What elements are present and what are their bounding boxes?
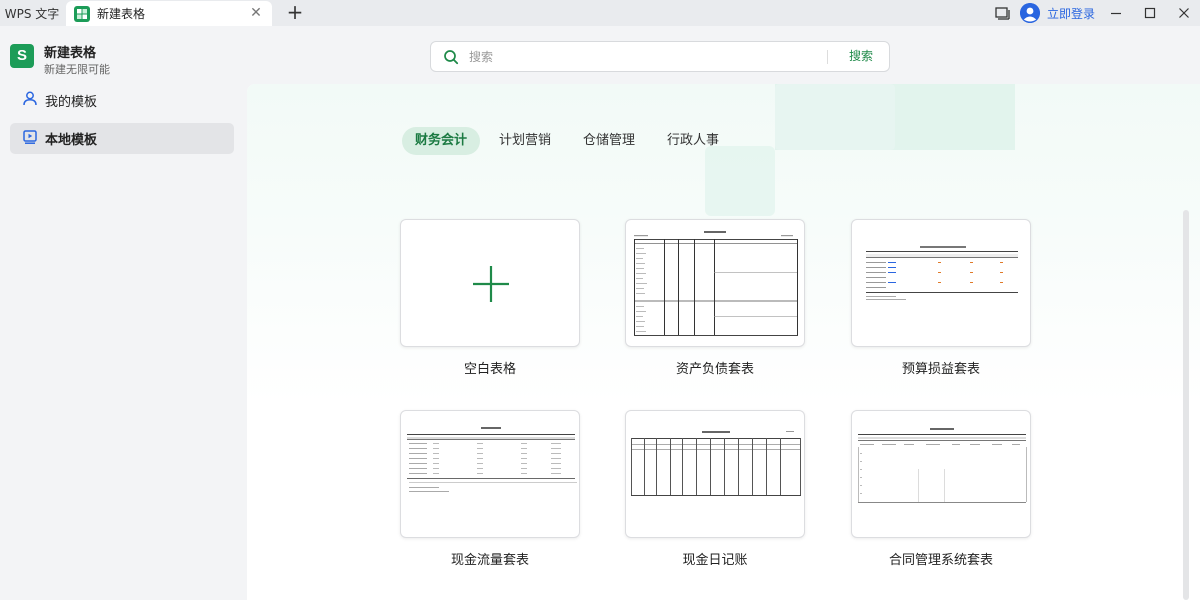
login-label: 立即登录 — [1047, 6, 1096, 21]
decor-block — [705, 146, 775, 216]
close-window-icon[interactable] — [1175, 4, 1193, 22]
spreadsheet-app-logo-icon: S — [10, 44, 34, 68]
template-name: 现金日记账 — [682, 553, 748, 568]
template-name: 合同管理系统套表 — [888, 553, 993, 568]
sheet-thumbnail — [866, 246, 1018, 300]
gallery-scrollbar[interactable] — [1183, 210, 1189, 600]
sheet-thumbnail — [631, 431, 801, 496]
window-mode-icon[interactable] — [993, 4, 1011, 22]
close-tab-icon[interactable]: ✕ — [248, 5, 264, 21]
sidebar-item-my-templates[interactable]: 我的模板 — [10, 85, 234, 116]
new-tab-button[interactable]: + — [285, 2, 305, 23]
title-bar: WPS 文字 新建表格 ✕ + 立即登录 — [0, 0, 1200, 26]
tab-new-spreadsheet[interactable]: 新建表格 ✕ — [66, 1, 272, 26]
sheet-thumbnail — [634, 231, 798, 336]
template-name: 资产负债套表 — [675, 362, 754, 377]
user-icon — [23, 91, 37, 110]
tab-warehouse-management[interactable]: 仓储管理 — [570, 127, 648, 155]
app-title: 新建表格 — [44, 46, 97, 61]
template-card-balance-sheet[interactable] — [625, 219, 805, 347]
template-name: 空白表格 — [463, 362, 516, 377]
template-name: 现金流量套表 — [450, 553, 529, 568]
decor-block — [775, 84, 895, 150]
search-icon — [443, 49, 459, 65]
template-card-cash-journal[interactable] — [625, 410, 805, 538]
search-divider — [827, 50, 828, 64]
login-button[interactable]: 立即登录 — [1020, 2, 1095, 24]
minimize-icon[interactable] — [1107, 4, 1125, 22]
maximize-icon[interactable] — [1141, 4, 1159, 22]
category-tabs: 财务会计 计划营销 仓储管理 行政人事 — [402, 127, 738, 155]
template-gallery: 财务会计 计划营销 仓储管理 行政人事 空白表格 资产负债套表 预算损益套表 现… — [247, 84, 1200, 600]
user-avatar-icon — [1020, 3, 1040, 23]
tab-finance-accounting[interactable]: 财务会计 — [402, 127, 481, 155]
app-subtitle: 新建无限可能 — [44, 63, 110, 76]
template-card-blank[interactable] — [400, 219, 580, 347]
sidebar-item-local-templates[interactable]: 本地模板 — [10, 123, 234, 154]
template-name: 预算损益套表 — [901, 362, 980, 377]
sidebar-item-label: 我的模板 — [45, 95, 98, 110]
search-input[interactable] — [469, 47, 839, 67]
template-card-contract-management[interactable] — [851, 410, 1031, 538]
tab-label: 新建表格 — [97, 7, 146, 21]
tab-wps-writer[interactable]: WPS 文字 — [0, 0, 64, 26]
template-card-budget-income[interactable] — [851, 219, 1031, 347]
template-icon — [23, 129, 37, 148]
sheet-thumbnail — [858, 428, 1027, 503]
search-bar: 搜索 — [430, 41, 890, 72]
template-card-cash-flow[interactable] — [400, 410, 580, 538]
plus-icon — [473, 266, 509, 302]
sheet-thumbnail — [407, 427, 577, 492]
tab-wps-writer-label: WPS 文字 — [4, 6, 60, 21]
tab-admin-hr[interactable]: 行政人事 — [654, 127, 732, 155]
search-button[interactable]: 搜索 — [833, 42, 889, 71]
sidebar-item-label: 本地模板 — [45, 133, 98, 148]
spreadsheet-icon — [74, 5, 90, 22]
tab-planning-marketing[interactable]: 计划营销 — [486, 127, 564, 155]
